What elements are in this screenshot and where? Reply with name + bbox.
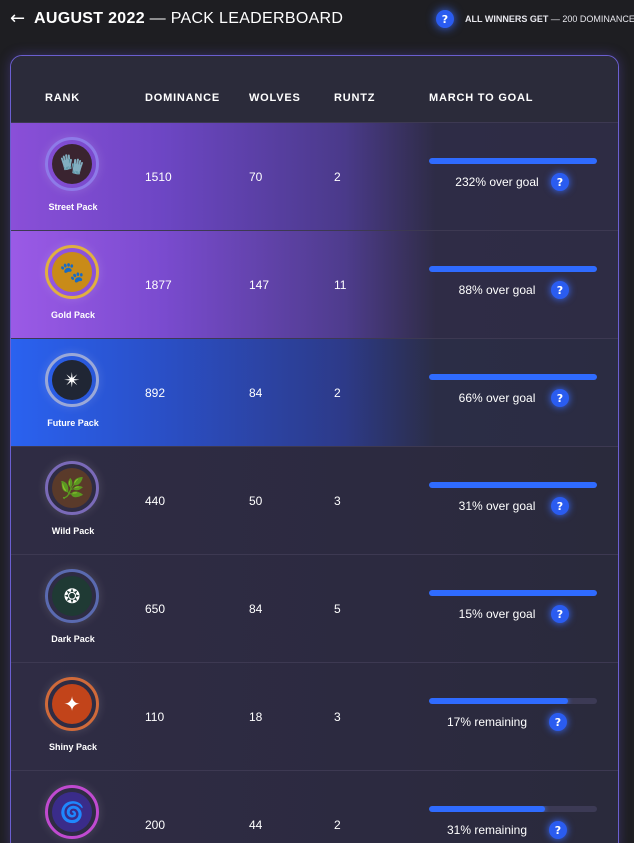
column-header-rank: RANK	[45, 92, 80, 104]
wolves-value: 44	[249, 818, 263, 832]
dominance-value: 110	[145, 710, 165, 724]
column-header-dominance: DOMINANCE	[145, 92, 221, 104]
pack-badge: ❂	[45, 569, 99, 623]
goal-progress-bar	[429, 374, 597, 380]
runtz-value: 11	[334, 278, 347, 292]
goal-status-text: 232% over goal	[455, 175, 539, 189]
winners-label: ALL WINNERS GET	[465, 14, 549, 24]
pack-badge-icon: 🧤	[52, 144, 92, 184]
wolves-value: 84	[249, 386, 263, 400]
pack-badge: 🌀	[45, 785, 99, 839]
runtz-value: 2	[334, 386, 341, 400]
table-row[interactable]: 🐾 Gold Pack 1877 147 11 88% over goal?	[11, 230, 618, 338]
dominance-value: 1877	[145, 278, 172, 292]
goal-status-text: 31% remaining	[446, 823, 528, 837]
pack-badge-icon: ❂	[52, 576, 92, 616]
runtz-value: 2	[334, 818, 341, 832]
pack-badge: 🌿	[45, 461, 99, 515]
dominance-value: 892	[145, 386, 166, 400]
wolves-value: 84	[249, 602, 263, 616]
info-icon[interactable]: ?	[551, 281, 569, 299]
goal-progress-bar	[429, 266, 597, 272]
goal-status-text: 31% over goal	[458, 499, 536, 513]
goal-progress-bar	[429, 482, 597, 488]
goal-status-text: 88% over goal	[458, 283, 536, 297]
runtz-value: 2	[334, 170, 341, 184]
runtz-value: 3	[334, 494, 341, 508]
page-title: AUGUST 2022 — PACK LEADERBOARD	[34, 10, 343, 28]
dominance-value: 200	[145, 818, 166, 832]
top-bar: ← AUGUST 2022 — PACK LEADERBOARD ? ALL W…	[0, 0, 634, 40]
pack-name: Future Pack	[47, 418, 99, 428]
column-header-march-to-goal: MARCH TO GOAL	[429, 92, 534, 104]
back-arrow-icon[interactable]: ←	[10, 8, 25, 29]
runtz-value: 5	[334, 602, 341, 616]
goal-progress-bar	[429, 590, 597, 596]
goal-progress-bar	[429, 158, 597, 164]
title-subtitle: — PACK LEADERBOARD	[149, 10, 344, 27]
dominance-value: 440	[145, 494, 166, 508]
wolves-value: 147	[249, 278, 270, 292]
table-row[interactable]: ✦ Shiny Pack 110 18 3 17% remaining?	[11, 662, 618, 770]
winners-reward: — 200 DOMINANCE	[548, 14, 634, 24]
goal-status-text: 66% over goal	[458, 391, 536, 405]
info-icon[interactable]: ?	[551, 497, 569, 515]
table-row[interactable]: 🧤 Street Pack 1510 70 2 232% over goal?	[11, 122, 618, 230]
table-row[interactable]: ❂ Dark Pack 650 84 5 15% over goal?	[11, 554, 618, 662]
info-icon[interactable]: ?	[549, 713, 567, 731]
wolves-value: 50	[249, 494, 263, 508]
info-icon[interactable]: ?	[549, 821, 567, 839]
info-icon[interactable]: ?	[436, 10, 454, 28]
pack-name: Shiny Pack	[48, 742, 98, 752]
table-row[interactable]: ✴ Future Pack 892 84 2 66% over goal?	[11, 338, 618, 446]
pack-name: Gold Pack	[50, 310, 95, 320]
table-row[interactable]: 🌀 200 44 2 31% remaining?	[11, 770, 618, 843]
runtz-value: 3	[334, 710, 341, 724]
pack-badge-icon: 🌿	[52, 468, 92, 508]
goal-status-text: 15% over goal	[458, 607, 536, 621]
pack-badge-icon: ✴	[52, 360, 92, 400]
goal-status-text: 17% remaining	[446, 715, 528, 729]
column-header-runtz: RUNTZ	[334, 92, 376, 104]
pack-badge: 🐾	[45, 245, 99, 299]
pack-badge: 🧤	[45, 137, 99, 191]
pack-name: Street Pack	[48, 202, 98, 212]
title-month: AUGUST 2022	[34, 10, 145, 27]
pack-name: Wild Pack	[51, 526, 95, 536]
info-icon[interactable]: ?	[551, 389, 569, 407]
wolves-value: 70	[249, 170, 263, 184]
pack-badge-icon: ✦	[52, 684, 92, 724]
dominance-value: 650	[145, 602, 166, 616]
pack-badge: ✦	[45, 677, 99, 731]
goal-progress-bar	[429, 698, 597, 704]
goal-progress-bar	[429, 806, 597, 812]
pack-badge: ✴	[45, 353, 99, 407]
dominance-value: 1510	[145, 170, 172, 184]
pack-badge-icon: 🐾	[52, 252, 92, 292]
column-header-wolves: WOLVES	[249, 92, 301, 104]
table-header: RANK DOMINANCE WOLVES RUNTZ MARCH TO GOA…	[11, 56, 618, 122]
pack-badge-icon: 🌀	[52, 792, 92, 832]
info-icon[interactable]: ?	[551, 173, 569, 191]
pack-name: Dark Pack	[51, 634, 95, 644]
wolves-value: 18	[249, 710, 263, 724]
table-row[interactable]: 🌿 Wild Pack 440 50 3 31% over goal?	[11, 446, 618, 554]
info-icon[interactable]: ?	[551, 605, 569, 623]
leaderboard-table: RANK DOMINANCE WOLVES RUNTZ MARCH TO GOA…	[10, 55, 619, 843]
winners-reward-text: ALL WINNERS GET — 200 DOMINANCE	[465, 14, 634, 24]
